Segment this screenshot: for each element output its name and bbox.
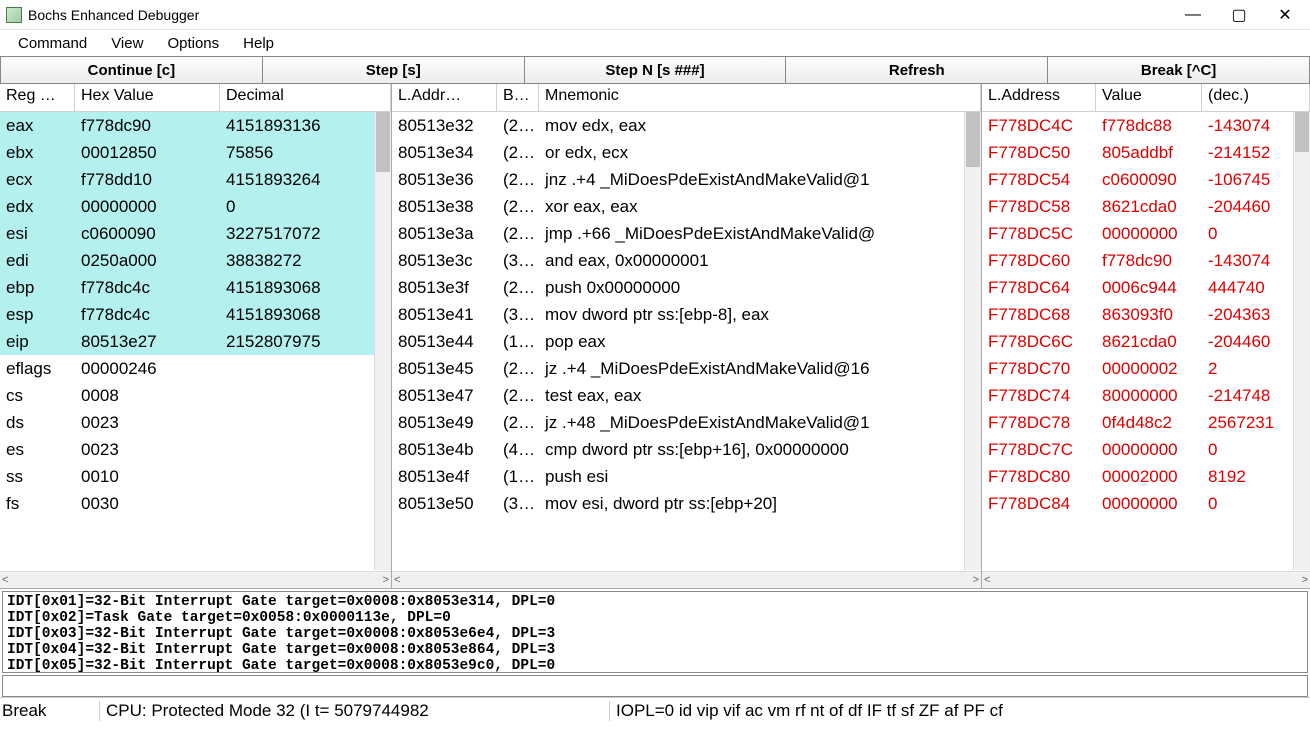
disassembly-row[interactable]: 80513e32(2…mov edx, eax bbox=[392, 112, 964, 139]
memory-row[interactable]: F778DC50805addbf-214152 bbox=[982, 139, 1293, 166]
regs-hscroll[interactable]: <> bbox=[0, 571, 391, 588]
disassembly-row[interactable]: 80513e3a(2…jmp .+66 _MiDoesPdeExistAndMa… bbox=[392, 220, 964, 247]
register-row[interactable]: eip80513e272152807975 bbox=[0, 328, 374, 355]
dis-vscroll[interactable] bbox=[964, 112, 981, 570]
disassembly-panel: L.Addr… B… Mnemonic 80513e32(2…mov edx, … bbox=[392, 84, 982, 588]
menu-view[interactable]: View bbox=[101, 33, 153, 54]
disassembly-row[interactable]: 80513e3c(3…and eax, 0x00000001 bbox=[392, 247, 964, 274]
memory-row[interactable]: F778DC54c0600090-106745 bbox=[982, 166, 1293, 193]
step-n-button[interactable]: Step N [s ###] bbox=[525, 56, 787, 84]
memory-row[interactable]: F778DC84000000000 bbox=[982, 490, 1293, 517]
minimize-button[interactable]: — bbox=[1170, 0, 1216, 30]
disassembly-row[interactable]: 80513e34(2…or edx, ecx bbox=[392, 139, 964, 166]
dis-header-bytes[interactable]: B… bbox=[497, 84, 539, 111]
toolbar: Continue [c] Step [s] Step N [s ###] Ref… bbox=[0, 56, 1310, 84]
dis-header-addr[interactable]: L.Addr… bbox=[392, 84, 497, 111]
memory-row[interactable]: F778DC5C000000000 bbox=[982, 220, 1293, 247]
register-row[interactable]: ebx0001285075856 bbox=[0, 139, 374, 166]
disassembly-row[interactable]: 80513e4f(1…push esi bbox=[392, 463, 964, 490]
mem-header-dec[interactable]: (dec.) bbox=[1202, 84, 1310, 111]
memory-row[interactable]: F778DC70000000022 bbox=[982, 355, 1293, 382]
disassembly-row[interactable]: 80513e50(3…mov esi, dword ptr ss:[ebp+20… bbox=[392, 490, 964, 517]
disassembly-row[interactable]: 80513e38(2…xor eax, eax bbox=[392, 193, 964, 220]
register-row[interactable]: es0023 bbox=[0, 436, 374, 463]
register-row[interactable]: eaxf778dc904151893136 bbox=[0, 112, 374, 139]
break-button[interactable]: Break [^C] bbox=[1048, 56, 1310, 84]
memory-row[interactable]: F778DC640006c944444740 bbox=[982, 274, 1293, 301]
regs-header-dec[interactable]: Decimal bbox=[220, 84, 391, 111]
disassembly-row[interactable]: 80513e4b(4…cmp dword ptr ss:[ebp+16], 0x… bbox=[392, 436, 964, 463]
status-state: Break bbox=[0, 701, 100, 721]
menu-help[interactable]: Help bbox=[233, 33, 284, 54]
memory-row[interactable]: F778DC68863093f0-204363 bbox=[982, 301, 1293, 328]
titlebar: Bochs Enhanced Debugger — ▢ ✕ bbox=[0, 0, 1310, 30]
menu-options[interactable]: Options bbox=[157, 33, 229, 54]
regs-vscroll[interactable] bbox=[374, 112, 391, 570]
memory-row[interactable]: F778DC588621cda0-204460 bbox=[982, 193, 1293, 220]
window-title: Bochs Enhanced Debugger bbox=[28, 7, 199, 23]
memory-row[interactable]: F778DC780f4d48c22567231 bbox=[982, 409, 1293, 436]
statusbar: Break CPU: Protected Mode 32 (I t= 50797… bbox=[0, 697, 1310, 723]
memory-row[interactable]: F778DC80000020008192 bbox=[982, 463, 1293, 490]
refresh-button[interactable]: Refresh bbox=[786, 56, 1048, 84]
main-panels: Reg … Hex Value Decimal eaxf778dc9041518… bbox=[0, 84, 1310, 589]
continue-button[interactable]: Continue [c] bbox=[0, 56, 263, 84]
status-cpu: CPU: Protected Mode 32 (I t= 5079744982 bbox=[100, 701, 610, 721]
disassembly-row[interactable]: 80513e47(2…test eax, eax bbox=[392, 382, 964, 409]
disassembly-row[interactable]: 80513e45(2…jz .+4 _MiDoesPdeExistAndMake… bbox=[392, 355, 964, 382]
disassembly-row[interactable]: 80513e49(2…jz .+48 _MiDoesPdeExistAndMak… bbox=[392, 409, 964, 436]
register-row[interactable]: ebpf778dc4c4151893068 bbox=[0, 274, 374, 301]
memory-row[interactable]: F778DC4Cf778dc88-143074 bbox=[982, 112, 1293, 139]
mem-header-addr[interactable]: L.Address bbox=[982, 84, 1096, 111]
register-row[interactable]: esic06000903227517072 bbox=[0, 220, 374, 247]
regs-header-name[interactable]: Reg … bbox=[0, 84, 75, 111]
register-row[interactable]: edx000000000 bbox=[0, 193, 374, 220]
disassembly-row[interactable]: 80513e44(1…pop eax bbox=[392, 328, 964, 355]
regs-header-hex[interactable]: Hex Value bbox=[75, 84, 220, 111]
register-row[interactable]: fs0030 bbox=[0, 490, 374, 517]
close-button[interactable]: ✕ bbox=[1262, 0, 1308, 30]
memory-row[interactable]: F778DC60f778dc90-143074 bbox=[982, 247, 1293, 274]
memory-row[interactable]: F778DC6C8621cda0-204460 bbox=[982, 328, 1293, 355]
mem-vscroll[interactable] bbox=[1293, 112, 1310, 570]
register-row[interactable]: espf778dc4c4151893068 bbox=[0, 301, 374, 328]
dis-hscroll[interactable]: <> bbox=[392, 571, 981, 588]
dis-header-mnem[interactable]: Mnemonic bbox=[539, 84, 981, 111]
register-row[interactable]: ds0023 bbox=[0, 409, 374, 436]
disassembly-row[interactable]: 80513e3f(2…push 0x00000000 bbox=[392, 274, 964, 301]
maximize-button[interactable]: ▢ bbox=[1216, 0, 1262, 30]
register-row[interactable]: ss0010 bbox=[0, 463, 374, 490]
memory-row[interactable]: F778DC7C000000000 bbox=[982, 436, 1293, 463]
memory-panel: L.Address Value (dec.) F778DC4Cf778dc88-… bbox=[982, 84, 1310, 588]
menu-command[interactable]: Command bbox=[8, 33, 97, 54]
step-button[interactable]: Step [s] bbox=[263, 56, 525, 84]
disassembly-row[interactable]: 80513e41(3…mov dword ptr ss:[ebp-8], eax bbox=[392, 301, 964, 328]
registers-panel: Reg … Hex Value Decimal eaxf778dc9041518… bbox=[0, 84, 392, 588]
menubar: Command View Options Help bbox=[0, 30, 1310, 56]
app-icon bbox=[6, 7, 22, 23]
mem-header-val[interactable]: Value bbox=[1096, 84, 1202, 111]
register-row[interactable]: edi0250a00038838272 bbox=[0, 247, 374, 274]
disassembly-row[interactable]: 80513e36(2…jnz .+4 _MiDoesPdeExistAndMak… bbox=[392, 166, 964, 193]
status-flags: IOPL=0 id vip vif ac vm rf nt of df IF t… bbox=[610, 701, 1310, 721]
register-row[interactable]: ecxf778dd104151893264 bbox=[0, 166, 374, 193]
memory-row[interactable]: F778DC7480000000-214748 bbox=[982, 382, 1293, 409]
log-output[interactable]: IDT[0x01]=32-Bit Interrupt Gate target=0… bbox=[2, 591, 1308, 673]
command-input[interactable] bbox=[2, 675, 1308, 697]
mem-hscroll[interactable]: <> bbox=[982, 571, 1310, 588]
register-row[interactable]: eflags00000246 bbox=[0, 355, 374, 382]
register-row[interactable]: cs0008 bbox=[0, 382, 374, 409]
